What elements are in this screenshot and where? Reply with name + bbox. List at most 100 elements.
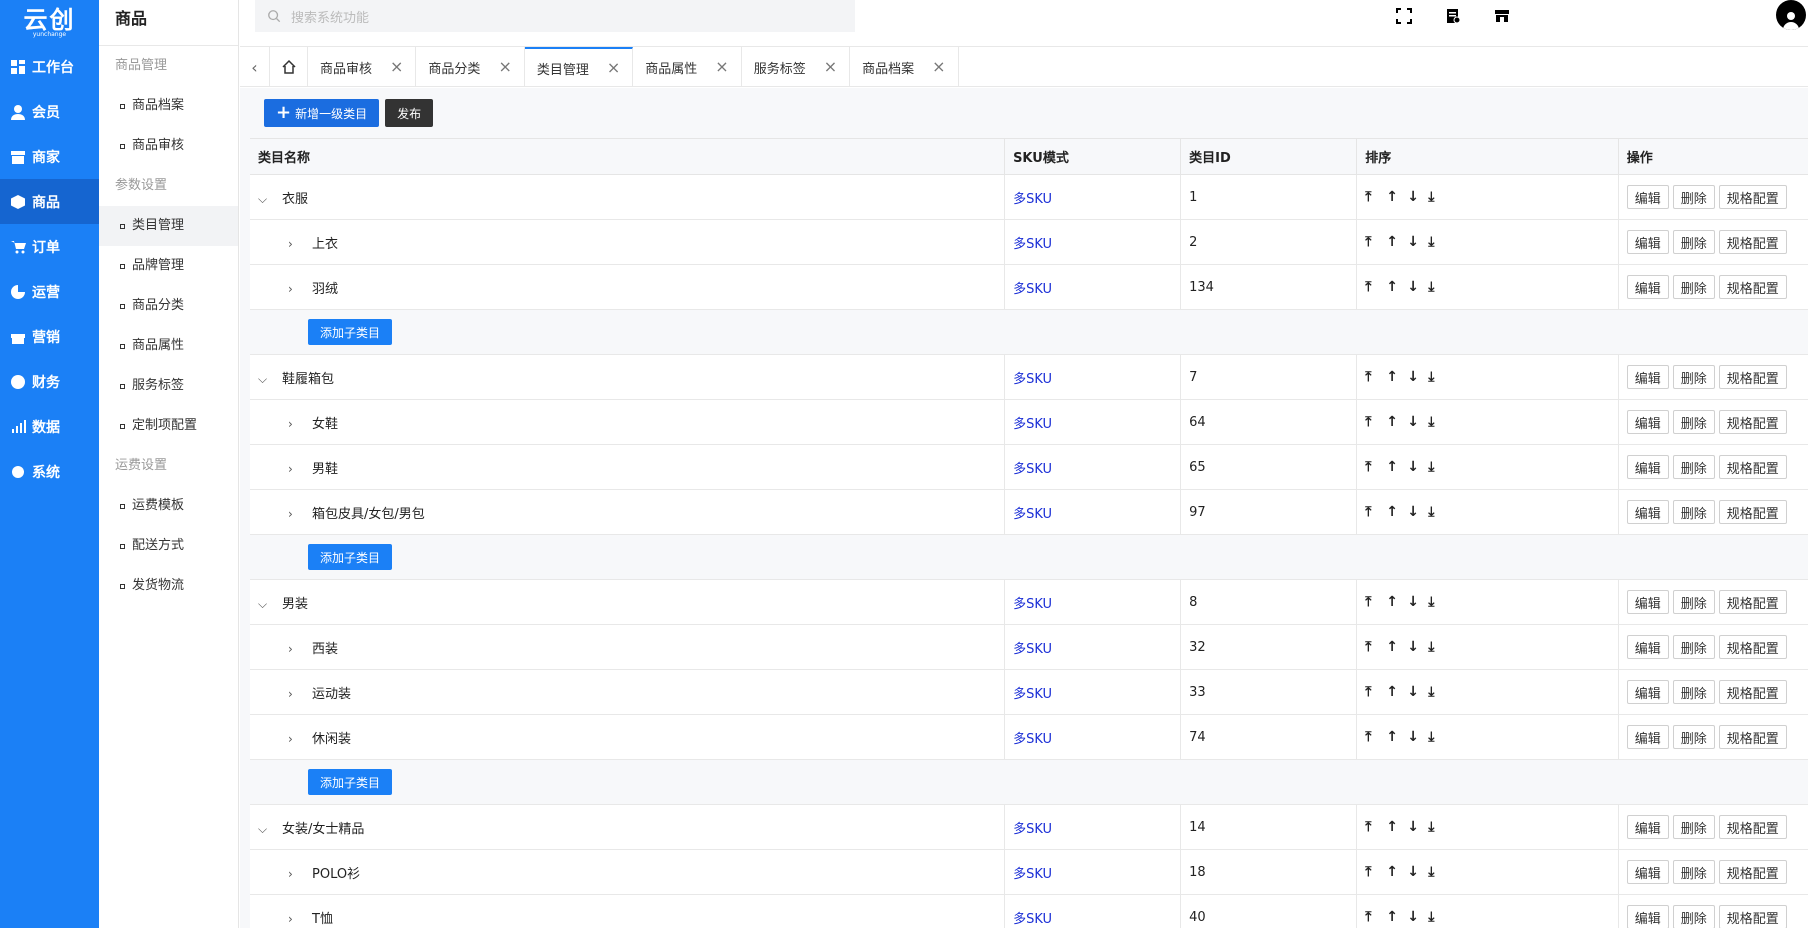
- edit-button[interactable]: 编辑: [1626, 815, 1669, 839]
- chevron-down-icon[interactable]: ⌵: [258, 372, 272, 387]
- chevron-right-icon[interactable]: ›: [288, 642, 302, 656]
- chevron-right-icon[interactable]: ›: [288, 732, 302, 746]
- move-down-icon[interactable]: ↓: [1407, 729, 1423, 745]
- add-child-category-button[interactable]: 添加子类目: [308, 769, 393, 795]
- tab-2[interactable]: 类目管理 ×: [524, 47, 634, 87]
- spec-config-button[interactable]: 规格配置: [1718, 455, 1787, 479]
- move-down-icon[interactable]: ↓: [1407, 369, 1423, 385]
- move-top-icon[interactable]: ⤒: [1365, 864, 1381, 880]
- chevron-right-icon[interactable]: ›: [288, 687, 302, 701]
- document-icon[interactable]: [1443, 6, 1463, 26]
- close-icon[interactable]: ×: [390, 59, 403, 75]
- edit-button[interactable]: 编辑: [1626, 635, 1669, 659]
- move-bottom-icon[interactable]: ⤓: [1428, 819, 1444, 835]
- move-down-icon[interactable]: ↓: [1407, 684, 1423, 700]
- publish-button[interactable]: 发布: [385, 99, 434, 127]
- chevron-right-icon[interactable]: ›: [288, 282, 302, 296]
- edit-button[interactable]: 编辑: [1626, 905, 1669, 928]
- move-down-icon[interactable]: ↓: [1407, 864, 1423, 880]
- spec-config-button[interactable]: 规格配置: [1718, 815, 1787, 839]
- spec-config-button[interactable]: 规格配置: [1718, 680, 1787, 704]
- nav-item-5[interactable]: 运营: [0, 269, 99, 314]
- sub-item[interactable]: 商品分类: [99, 286, 238, 326]
- delete-button[interactable]: 删除: [1672, 860, 1715, 884]
- delete-button[interactable]: 删除: [1672, 230, 1715, 254]
- move-top-icon[interactable]: ⤒: [1365, 279, 1381, 295]
- move-down-icon[interactable]: ↓: [1407, 504, 1423, 520]
- sub-item[interactable]: 商品档案: [99, 86, 238, 126]
- add-top-category-button[interactable]: + 新增一级类目: [264, 99, 380, 127]
- move-bottom-icon[interactable]: ⤓: [1428, 909, 1444, 925]
- spec-config-button[interactable]: 规格配置: [1718, 725, 1787, 749]
- delete-button[interactable]: 删除: [1672, 590, 1715, 614]
- add-child-category-button[interactable]: 添加子类目: [308, 544, 393, 570]
- move-bottom-icon[interactable]: ⤓: [1428, 864, 1444, 880]
- move-bottom-icon[interactable]: ⤓: [1428, 459, 1444, 475]
- move-top-icon[interactable]: ⤒: [1365, 729, 1381, 745]
- move-top-icon[interactable]: ⤒: [1365, 909, 1381, 925]
- close-icon[interactable]: ×: [715, 59, 728, 75]
- nav-item-1[interactable]: 会员: [0, 89, 99, 134]
- move-up-icon[interactable]: ↑: [1386, 279, 1402, 295]
- logo[interactable]: 云创 yunchange: [0, 0, 99, 44]
- close-icon[interactable]: ×: [498, 59, 511, 75]
- move-up-icon[interactable]: ↑: [1386, 189, 1402, 205]
- delete-button[interactable]: 删除: [1672, 185, 1715, 209]
- delete-button[interactable]: 删除: [1672, 815, 1715, 839]
- move-bottom-icon[interactable]: ⤓: [1428, 729, 1444, 745]
- move-bottom-icon[interactable]: ⤓: [1428, 684, 1444, 700]
- move-top-icon[interactable]: ⤒: [1365, 594, 1381, 610]
- move-up-icon[interactable]: ↑: [1386, 864, 1402, 880]
- chevron-down-icon[interactable]: ⌵: [258, 192, 272, 207]
- move-bottom-icon[interactable]: ⤓: [1428, 414, 1444, 430]
- spec-config-button[interactable]: 规格配置: [1718, 500, 1787, 524]
- nav-item-3[interactable]: 商品: [0, 179, 99, 224]
- move-bottom-icon[interactable]: ⤓: [1428, 369, 1444, 385]
- spec-config-button[interactable]: 规格配置: [1718, 230, 1787, 254]
- edit-button[interactable]: 编辑: [1626, 590, 1669, 614]
- chevron-right-icon[interactable]: ›: [288, 417, 302, 431]
- tab-3[interactable]: 商品属性 ×: [633, 47, 742, 87]
- nav-item-2[interactable]: 商家: [0, 134, 99, 179]
- move-bottom-icon[interactable]: ⤓: [1428, 279, 1444, 295]
- edit-button[interactable]: 编辑: [1626, 860, 1669, 884]
- move-up-icon[interactable]: ↑: [1386, 819, 1402, 835]
- move-down-icon[interactable]: ↓: [1407, 279, 1423, 295]
- chevron-down-icon[interactable]: ⌵: [258, 822, 272, 837]
- move-bottom-icon[interactable]: ⤓: [1428, 189, 1444, 205]
- delete-button[interactable]: 删除: [1672, 410, 1715, 434]
- move-up-icon[interactable]: ↑: [1386, 729, 1402, 745]
- move-up-icon[interactable]: ↑: [1386, 414, 1402, 430]
- move-top-icon[interactable]: ⤒: [1365, 459, 1381, 475]
- tab-1[interactable]: 商品分类 ×: [416, 47, 525, 87]
- move-top-icon[interactable]: ⤒: [1365, 234, 1381, 250]
- spec-config-button[interactable]: 规格配置: [1718, 905, 1787, 928]
- shop-icon[interactable]: [1492, 6, 1512, 26]
- close-icon[interactable]: ×: [607, 60, 620, 76]
- move-bottom-icon[interactable]: ⤓: [1428, 639, 1444, 655]
- edit-button[interactable]: 编辑: [1626, 500, 1669, 524]
- sub-item[interactable]: 运费模板: [99, 486, 238, 526]
- edit-button[interactable]: 编辑: [1626, 185, 1669, 209]
- move-down-icon[interactable]: ↓: [1407, 594, 1423, 610]
- close-icon[interactable]: ×: [824, 59, 837, 75]
- sub-item[interactable]: 发货物流: [99, 566, 238, 606]
- chevron-down-icon[interactable]: ⌵: [258, 597, 272, 612]
- move-down-icon[interactable]: ↓: [1407, 414, 1423, 430]
- chevron-right-icon[interactable]: ›: [288, 912, 302, 926]
- sub-item[interactable]: 服务标签: [99, 366, 238, 406]
- spec-config-button[interactable]: 规格配置: [1718, 185, 1787, 209]
- move-top-icon[interactable]: ⤒: [1365, 684, 1381, 700]
- edit-button[interactable]: 编辑: [1626, 275, 1669, 299]
- move-up-icon[interactable]: ↑: [1386, 684, 1402, 700]
- move-top-icon[interactable]: ⤒: [1365, 639, 1381, 655]
- tab-0[interactable]: 商品审核 ×: [308, 47, 417, 87]
- sub-item[interactable]: 配送方式: [99, 526, 238, 566]
- move-bottom-icon[interactable]: ⤓: [1428, 234, 1444, 250]
- sub-item[interactable]: 品牌管理: [99, 246, 238, 286]
- move-top-icon[interactable]: ⤒: [1365, 189, 1381, 205]
- chevron-right-icon[interactable]: ›: [288, 507, 302, 521]
- spec-config-button[interactable]: 规格配置: [1718, 860, 1787, 884]
- move-down-icon[interactable]: ↓: [1407, 189, 1423, 205]
- move-up-icon[interactable]: ↑: [1386, 594, 1402, 610]
